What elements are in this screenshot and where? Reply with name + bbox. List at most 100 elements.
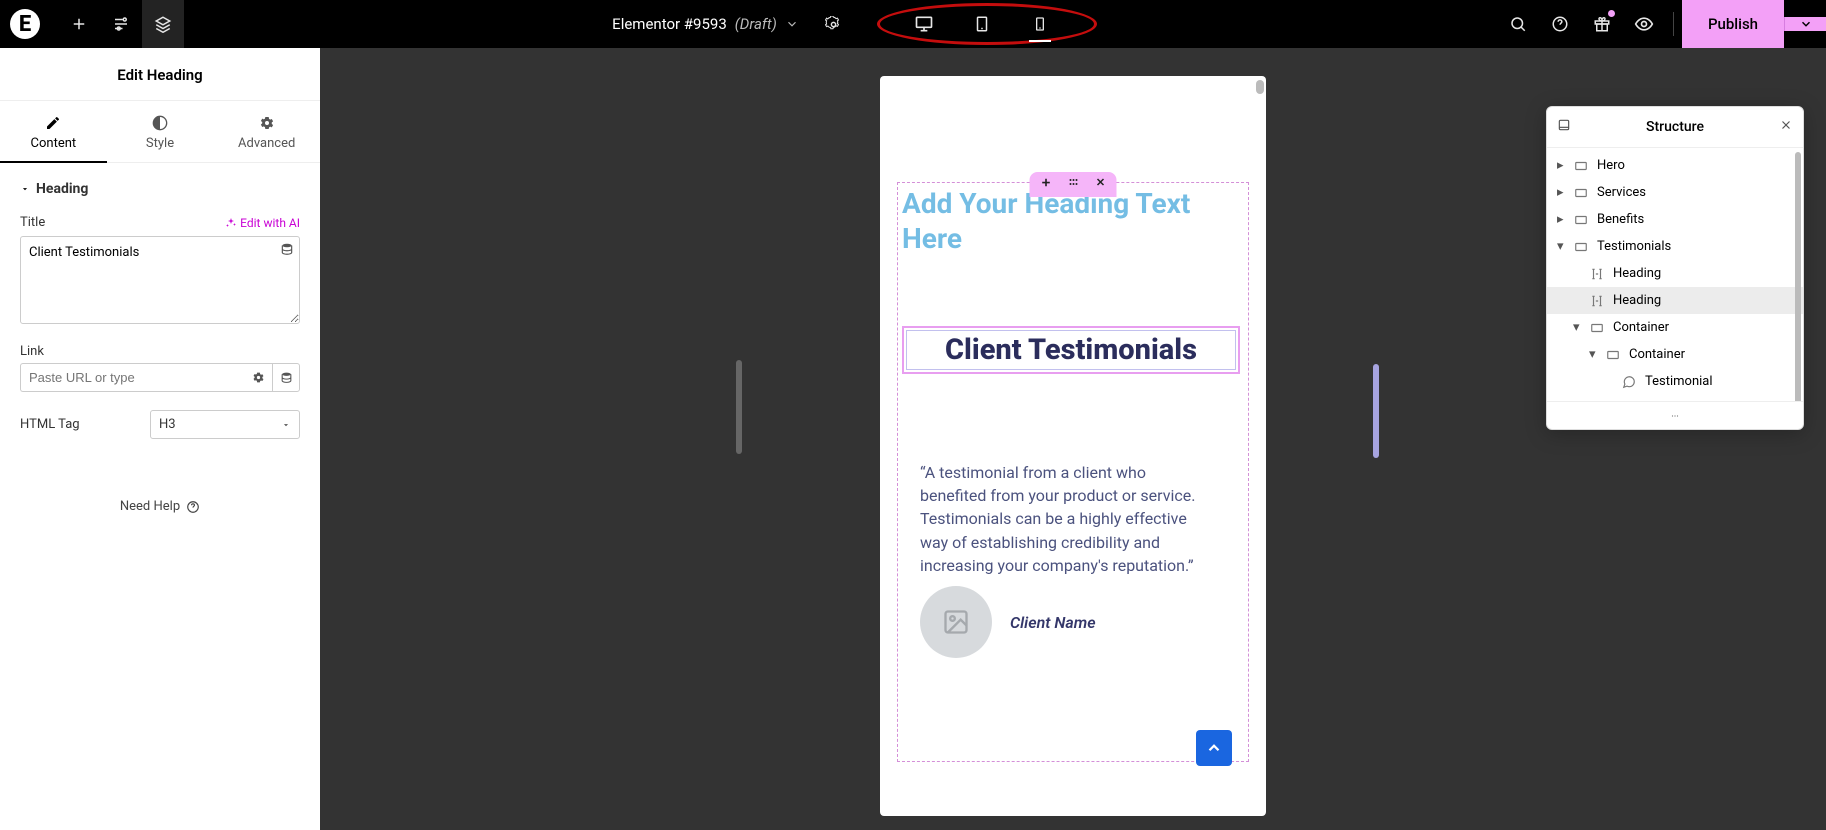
contrast-icon (152, 115, 168, 131)
tree-caret[interactable]: ▾ (1589, 347, 1597, 362)
edit-with-ai-link[interactable]: Edit with AI (225, 216, 300, 230)
avatar-placeholder[interactable] (920, 586, 992, 658)
tree-item-heading[interactable]: Heading (1547, 287, 1803, 314)
document-name: Elementor #9593 (612, 15, 727, 33)
help-icon (186, 500, 200, 514)
link-input[interactable] (20, 363, 244, 392)
device-mobile-button[interactable] (1011, 0, 1069, 48)
link-dynamic-button[interactable] (272, 363, 300, 392)
tree-item-container[interactable]: ▾Container (1547, 341, 1803, 368)
testimonial-icon (1621, 375, 1637, 389)
site-settings-button[interactable] (100, 0, 142, 48)
sliders-icon (112, 15, 130, 33)
container-icon (1573, 240, 1589, 254)
search-icon (1509, 15, 1527, 33)
section-delete-button[interactable] (1095, 176, 1107, 193)
tree-caret[interactable]: ▾ (1573, 320, 1581, 335)
gear-icon (259, 115, 275, 131)
tree-caret[interactable]: ▸ (1557, 212, 1565, 227)
structure-scrollbar[interactable] (1795, 152, 1801, 401)
canvas-scrollbar-left[interactable] (736, 360, 742, 454)
heading-text[interactable]: Client Testimonials (906, 330, 1236, 370)
database-icon (280, 371, 293, 384)
publish-button[interactable]: Publish (1682, 0, 1784, 48)
title-label: Title (20, 215, 45, 230)
html-tag-select[interactable]: H3 (150, 410, 300, 439)
container-icon (1589, 321, 1605, 335)
document-title[interactable]: Elementor #9593 (Draft) (612, 15, 799, 33)
sparkle-icon (225, 217, 237, 229)
separator (1673, 12, 1674, 36)
canvas-scrollbar-right[interactable] (1373, 364, 1379, 458)
document-state: (Draft) (735, 15, 777, 33)
frame-scrollbar[interactable] (1256, 80, 1264, 94)
tree-item-testimonials[interactable]: ▾Testimonials (1547, 233, 1803, 260)
eye-icon (1634, 14, 1654, 34)
tab-content[interactable]: Content (0, 101, 107, 163)
chevron-down-icon (1799, 17, 1813, 31)
elementor-logo[interactable]: E (10, 9, 40, 39)
publish-options-button[interactable] (1784, 17, 1826, 31)
chevron-down-icon (785, 17, 799, 31)
tree-item-benefits[interactable]: ▸ Benefits (1547, 206, 1803, 233)
tree-label: Container (1613, 320, 1669, 335)
plus-icon (70, 15, 88, 33)
tree-label: Hero (1597, 158, 1625, 173)
preview-button[interactable] (1623, 0, 1665, 48)
device-desktop-button[interactable] (895, 0, 953, 48)
structure-close-button[interactable] (1779, 118, 1793, 136)
navigator-button[interactable] (142, 0, 184, 48)
link-label: Link (20, 344, 300, 359)
device-tablet-button[interactable] (953, 0, 1011, 48)
section-handle (1030, 172, 1117, 197)
help-button[interactable] (1539, 0, 1581, 48)
dynamic-tags-button[interactable] (280, 242, 294, 260)
structure-title: Structure (1646, 119, 1704, 135)
page-settings-button[interactable] (813, 0, 855, 48)
tree-caret[interactable]: ▾ (1557, 239, 1565, 254)
tree-label: Benefits (1597, 212, 1644, 227)
tree-label: Services (1597, 185, 1646, 200)
tab-style[interactable]: Style (107, 101, 214, 163)
tablet-icon (973, 14, 991, 34)
need-help-link[interactable]: Need Help (20, 439, 300, 514)
structure-resize-handle[interactable] (1547, 401, 1803, 429)
tree-item-heading[interactable]: Heading (1547, 260, 1803, 287)
desktop-icon (914, 14, 934, 34)
container-icon (1605, 348, 1621, 362)
section-add-button[interactable] (1040, 176, 1053, 193)
container-icon (1573, 186, 1589, 200)
tree-caret[interactable]: ▸ (1557, 158, 1565, 173)
caret-down-icon (20, 184, 30, 194)
section-toggle-heading[interactable]: Heading (20, 181, 300, 197)
testimonial-text[interactable]: “A testimonial from a client who benefit… (920, 461, 1216, 577)
tree-item-container[interactable]: ▾ Container (1547, 314, 1803, 341)
tab-advanced[interactable]: Advanced (213, 101, 320, 163)
html-tag-label: HTML Tag (20, 417, 80, 432)
pencil-icon (45, 115, 61, 131)
structure-dock-button[interactable] (1557, 118, 1571, 136)
scroll-to-top-button[interactable] (1196, 730, 1232, 766)
mobile-icon (1032, 14, 1048, 34)
gift-icon (1593, 15, 1611, 33)
canvas-frame[interactable]: Add Your Heading Text Here Client Testim… (880, 76, 1266, 816)
tree-label: Heading (1613, 293, 1661, 308)
heading-icon (1589, 294, 1605, 308)
tree-caret[interactable]: ▸ (1557, 185, 1565, 200)
client-name[interactable]: Client Name (1010, 613, 1096, 632)
tree-item-services[interactable]: ▸ Services (1547, 179, 1803, 206)
add-element-button[interactable] (58, 0, 100, 48)
tree-item-testimonial[interactable]: Testimonial (1547, 368, 1803, 395)
close-icon (1779, 118, 1793, 132)
edit-panel: Edit Heading Content Style Advanced Head… (0, 48, 320, 830)
section-drag-handle[interactable] (1067, 176, 1081, 193)
title-input[interactable] (20, 236, 300, 324)
notification-dot (1608, 10, 1615, 17)
structure-panel: Structure ▸Hero▸Services▸Benefits▾Testim… (1546, 106, 1804, 430)
finder-button[interactable] (1497, 0, 1539, 48)
tree-item-hero[interactable]: ▸ Hero (1547, 152, 1803, 179)
whats-new-button[interactable] (1581, 0, 1623, 48)
link-options-button[interactable] (244, 363, 272, 392)
heading-widget-selected[interactable]: Client Testimonials (902, 326, 1240, 374)
container-icon (1573, 213, 1589, 227)
